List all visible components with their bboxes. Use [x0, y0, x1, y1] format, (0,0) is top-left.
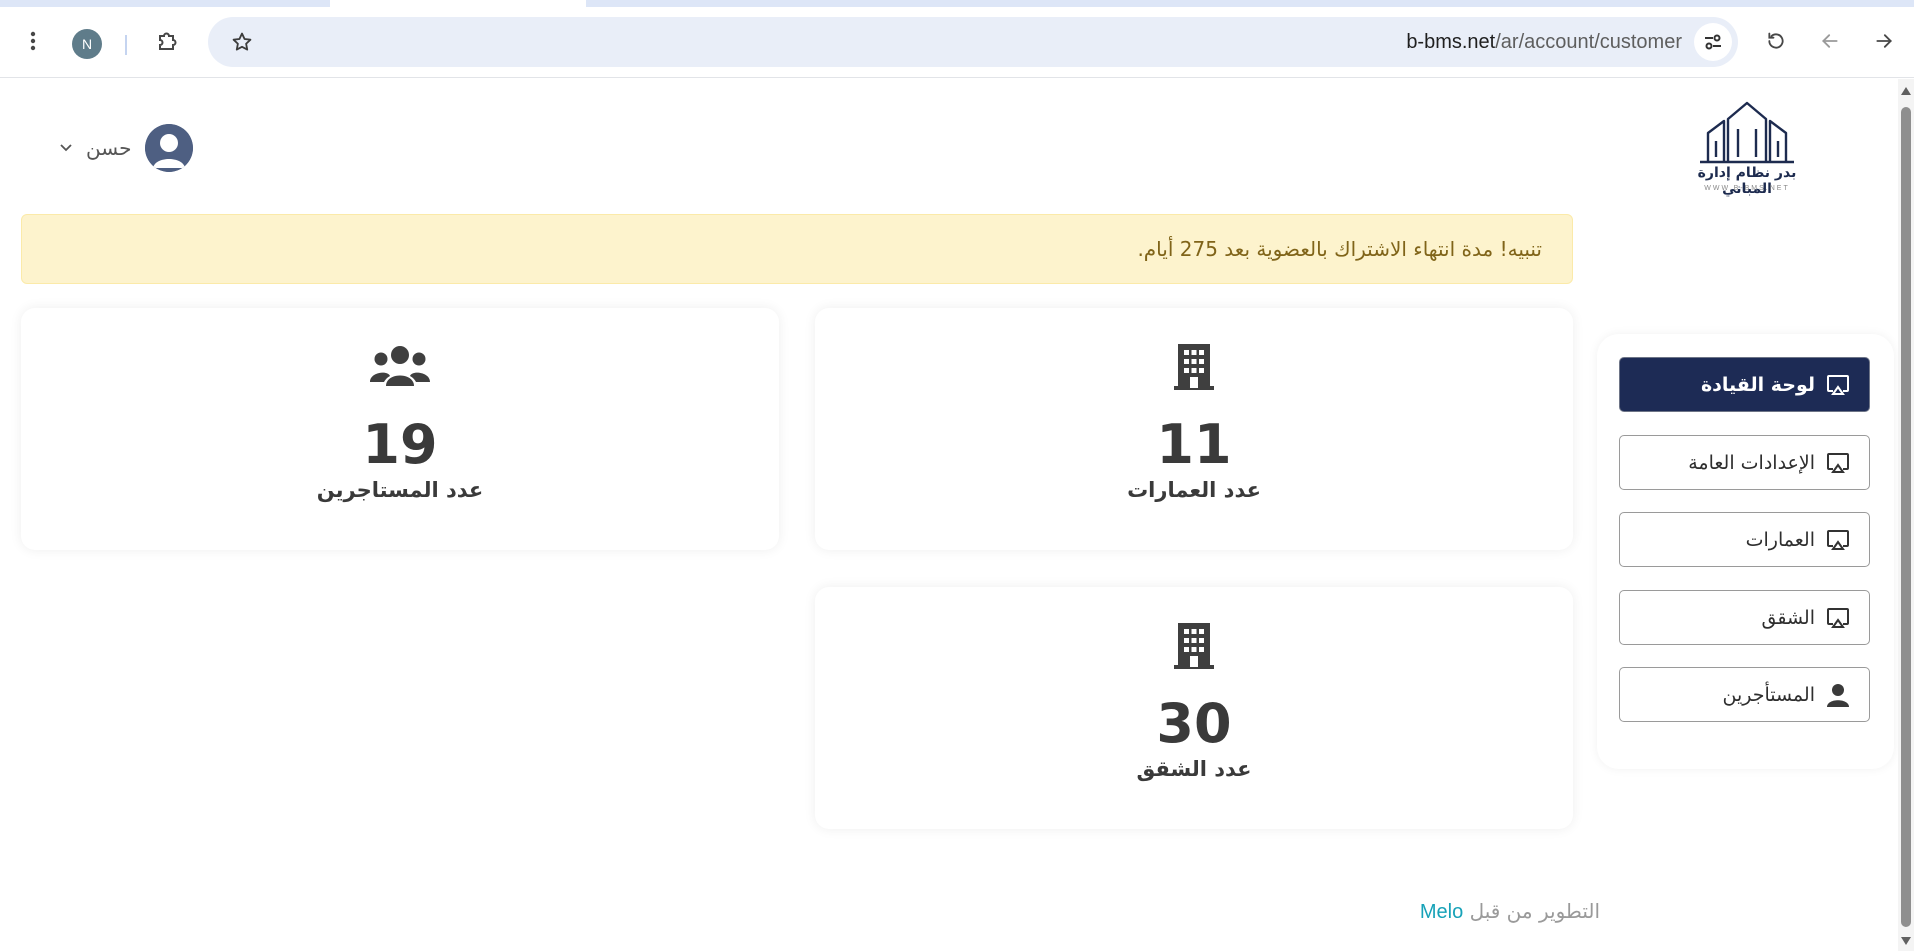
tenants-label: عدد المستاجرين	[316, 478, 484, 502]
alert-text: تنبيه! مدة انتهاء الاشتراك بالعضوية بعد …	[1137, 237, 1542, 261]
site-logo[interactable]: بدر نظام إدارة المباني WWW.B-BMS.NET	[1672, 99, 1822, 199]
chevron-down-icon	[60, 140, 72, 156]
browser-toolbar: N b-bms.net/ar/account/customer	[0, 7, 1914, 78]
cast-icon	[1825, 372, 1851, 398]
scroll-down-icon[interactable]	[1901, 937, 1911, 945]
user-name: حسن	[86, 136, 132, 160]
subscription-alert: تنبيه! مدة انتهاء الاشتراك بالعضوية بعد …	[21, 214, 1573, 284]
puzzle-icon[interactable]	[152, 25, 184, 57]
page-content: بدر نظام إدارة المباني WWW.B-BMS.NET حسن…	[0, 79, 1898, 951]
apartments-count: 30	[1156, 692, 1232, 755]
sidebar-item-label: لوحة القيادة	[1700, 373, 1815, 396]
users-icon	[21, 344, 779, 394]
tenants-count: 19	[362, 413, 438, 476]
footer-prefix: التطوير من قبل	[1469, 899, 1600, 923]
user-icon	[1825, 682, 1851, 708]
logo-text: بدر نظام إدارة المباني	[1697, 165, 1797, 197]
url-path: /ar/account/customer	[1495, 31, 1682, 53]
page-scrollbar[interactable]	[1898, 79, 1914, 951]
buildings-count: 11	[1156, 413, 1232, 476]
avatar	[145, 124, 194, 172]
scroll-up-icon[interactable]	[1901, 87, 1911, 95]
buildings-label: عدد العمارات	[1127, 478, 1261, 502]
tune-icon[interactable]	[1694, 23, 1732, 61]
address-bar[interactable]: b-bms.net/ar/account/customer	[208, 17, 1738, 67]
scrollbar-thumb[interactable]	[1901, 107, 1911, 927]
tab-strip	[0, 0, 1914, 7]
logo-url: WWW.B-BMS.NET	[1704, 185, 1790, 192]
building-icon	[815, 623, 1573, 673]
cast-icon	[1825, 605, 1851, 631]
building-icon	[815, 344, 1573, 394]
apartments-card[interactable]: 30 عدد الشقق	[815, 587, 1573, 829]
user-menu[interactable]: حسن	[60, 123, 194, 173]
profile-initial: N	[81, 36, 93, 52]
developer-link[interactable]: Melo	[1420, 901, 1463, 923]
sidebar-item-dashboard[interactable]: لوحة القيادة	[1619, 357, 1870, 412]
back-arrow-icon[interactable]	[1814, 25, 1846, 57]
sidebar-item-label: الشقق	[1761, 606, 1815, 629]
star-icon[interactable]	[226, 26, 258, 58]
sidebar-item-label: المستأجرين	[1722, 683, 1815, 706]
building-logo-icon	[1700, 101, 1794, 164]
url-text[interactable]: b-bms.net/ar/account/customer	[1406, 31, 1682, 54]
forward-arrow-icon[interactable]	[1868, 25, 1900, 57]
sidebar-nav: لوحة القيادة الإعدادات العامة العمارات ا…	[1597, 334, 1894, 769]
profile-avatar[interactable]: N	[72, 29, 102, 59]
sidebar-item-general-settings[interactable]: الإعدادات العامة	[1619, 435, 1870, 490]
toolbar-separator	[125, 35, 127, 55]
buildings-card[interactable]: 11 عدد العمارات	[815, 308, 1573, 550]
kebab-menu-icon[interactable]	[17, 25, 49, 57]
cast-icon	[1825, 450, 1851, 476]
active-tab[interactable]	[330, 0, 586, 7]
sidebar-item-buildings[interactable]: العمارات	[1619, 512, 1870, 567]
reload-icon[interactable]	[1760, 25, 1792, 57]
sidebar-item-apartments[interactable]: الشقق	[1619, 590, 1870, 645]
sidebar-item-tenants[interactable]: المستأجرين	[1619, 667, 1870, 722]
tenants-card[interactable]: 19 عدد المستاجرين	[21, 308, 779, 550]
sidebar-item-label: الإعدادات العامة	[1688, 451, 1815, 474]
url-host: b-bms.net	[1406, 31, 1496, 53]
apartments-label: عدد الشقق	[1136, 757, 1252, 781]
sidebar-item-label: العمارات	[1745, 528, 1815, 551]
cast-icon	[1825, 527, 1851, 553]
footer-credit: التطوير من قبل Melo	[1380, 899, 1600, 924]
